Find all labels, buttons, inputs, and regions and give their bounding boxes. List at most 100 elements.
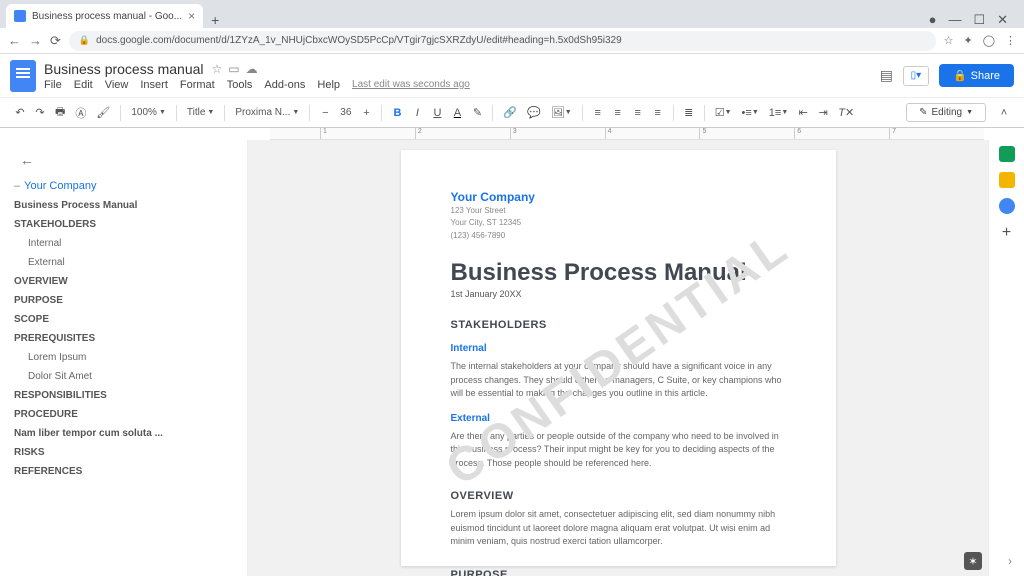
font-select[interactable]: Proxima N...▼: [232, 107, 302, 118]
underline-button[interactable]: U: [429, 105, 445, 121]
doc-main-title[interactable]: Business Process Manual: [451, 259, 786, 287]
spellcheck-button[interactable]: Ⓐ: [72, 103, 89, 123]
outline-item[interactable]: PREREQUISITES: [12, 329, 235, 348]
number-list-button[interactable]: 1≡▼: [766, 105, 791, 121]
italic-button[interactable]: I: [409, 105, 425, 121]
address-line-1[interactable]: 123 Your Street: [451, 206, 786, 216]
style-select[interactable]: Title▼: [184, 107, 217, 118]
calendar-icon[interactable]: [999, 146, 1015, 162]
align-center-button[interactable]: ≡: [610, 105, 626, 121]
outline-item[interactable]: Nam liber tempor cum soluta ...: [12, 424, 235, 443]
outline-item[interactable]: Lorem Ipsum: [12, 348, 235, 367]
p-external[interactable]: Are there any parties or people outside …: [451, 430, 786, 471]
maximize-icon[interactable]: ☐: [973, 12, 985, 28]
menu-file[interactable]: File: [44, 79, 62, 91]
undo-button[interactable]: ↶: [12, 104, 28, 121]
document-canvas[interactable]: CONFIDENTIAL Your Company 123 Your Stree…: [248, 140, 988, 576]
tasks-icon[interactable]: [999, 198, 1015, 214]
outline-item[interactable]: STAKEHOLDERS: [12, 215, 235, 234]
company-name[interactable]: Your Company: [451, 190, 786, 204]
p-internal[interactable]: The internal stakeholders at your compan…: [451, 360, 786, 401]
h-purpose[interactable]: PURPOSE: [451, 569, 786, 576]
h-stakeholders[interactable]: STAKEHOLDERS: [451, 319, 786, 331]
zoom-select[interactable]: 100%▼: [128, 107, 169, 118]
collapse-toolbar-button[interactable]: ˄: [996, 105, 1012, 121]
record-icon[interactable]: ●: [929, 12, 937, 28]
menu-addons[interactable]: Add-ons: [264, 79, 305, 91]
clear-format-button[interactable]: T✕: [835, 104, 857, 121]
close-tab-icon[interactable]: ×: [188, 9, 195, 23]
forward-button[interactable]: →: [29, 33, 42, 48]
outline-item[interactable]: Business Process Manual: [12, 196, 235, 215]
paint-format-button[interactable]: 🖌: [93, 104, 113, 121]
menu-insert[interactable]: Insert: [140, 79, 168, 91]
highlight-button[interactable]: ✎: [469, 104, 485, 121]
outline-item[interactable]: REFERENCES: [12, 462, 235, 481]
font-size-inc[interactable]: +: [358, 105, 374, 121]
print-button[interactable]: 🖶: [52, 101, 68, 124]
share-button[interactable]: 🔒 Share: [939, 64, 1014, 87]
document-title[interactable]: Business process manual: [44, 61, 204, 77]
extensions-icon[interactable]: ✦: [963, 34, 972, 47]
doc-date[interactable]: 1st January 20XX: [451, 289, 786, 299]
menu-view[interactable]: View: [105, 79, 129, 91]
address-line-2[interactable]: Your City, ST 12345: [451, 218, 786, 228]
link-button[interactable]: 🔗: [500, 104, 520, 121]
h-external[interactable]: External: [451, 413, 786, 424]
font-size[interactable]: 36: [337, 107, 354, 118]
outline-item[interactable]: OVERVIEW: [12, 272, 235, 291]
cloud-status-icon[interactable]: ☁: [246, 62, 258, 76]
indent-dec-button[interactable]: ⇤: [795, 104, 811, 121]
h-overview[interactable]: OVERVIEW: [451, 490, 786, 502]
menu-icon[interactable]: ⋮: [1005, 34, 1016, 47]
align-right-button[interactable]: ≡: [630, 105, 646, 121]
align-left-button[interactable]: ≡: [590, 105, 606, 121]
star-icon[interactable]: ☆: [944, 34, 954, 47]
docs-logo-icon[interactable]: [10, 60, 36, 92]
outline-item[interactable]: RISKS: [12, 443, 235, 462]
bold-button[interactable]: B: [389, 105, 405, 121]
mode-select[interactable]: ✎ Editing ▼: [906, 103, 986, 122]
outline-item[interactable]: External: [12, 253, 235, 272]
redo-button[interactable]: ↷: [32, 104, 48, 121]
indent-inc-button[interactable]: ⇥: [815, 104, 831, 121]
menu-help[interactable]: Help: [317, 79, 340, 91]
bullet-list-button[interactable]: •≡▼: [739, 105, 762, 121]
menu-format[interactable]: Format: [180, 79, 215, 91]
url-field[interactable]: 🔒 docs.google.com/document/d/1ZYzA_1v_NH…: [69, 31, 936, 51]
align-justify-button[interactable]: ≡: [650, 105, 666, 121]
comment-button[interactable]: 💬: [524, 104, 544, 121]
add-on-plus-button[interactable]: +: [1002, 224, 1011, 242]
outline-item[interactable]: Your Company: [12, 176, 235, 196]
keep-icon[interactable]: [999, 172, 1015, 188]
text-color-button[interactable]: A: [449, 105, 465, 121]
comments-icon[interactable]: ▤: [880, 67, 893, 84]
address-line-3[interactable]: (123) 456-7890: [451, 231, 786, 241]
outline-item[interactable]: RESPONSIBILITIES: [12, 386, 235, 405]
h-internal[interactable]: Internal: [451, 343, 786, 354]
hide-side-panel-button[interactable]: ›: [1008, 554, 1012, 568]
image-button[interactable]: 🖼▼: [548, 104, 575, 121]
menu-tools[interactable]: Tools: [227, 79, 253, 91]
document-page[interactable]: CONFIDENTIAL Your Company 123 Your Stree…: [401, 150, 836, 566]
explore-button[interactable]: ✶: [964, 552, 982, 570]
outline-item[interactable]: PROCEDURE: [12, 405, 235, 424]
profile-icon[interactable]: ◯: [983, 34, 995, 47]
new-tab-button[interactable]: +: [203, 12, 227, 28]
close-window-icon[interactable]: ✕: [997, 12, 1008, 28]
outline-back-button[interactable]: ←: [12, 148, 235, 176]
p-overview[interactable]: Lorem ipsum dolor sit amet, consectetuer…: [451, 508, 786, 549]
last-edit-link[interactable]: Last edit was seconds ago: [352, 79, 470, 91]
present-button[interactable]: ▯▾: [903, 66, 929, 86]
checklist-button[interactable]: ☑▼: [712, 104, 735, 121]
back-button[interactable]: ←: [8, 33, 21, 48]
menu-edit[interactable]: Edit: [74, 79, 93, 91]
browser-tab[interactable]: Business process manual - Goo... ×: [6, 4, 203, 28]
star-doc-icon[interactable]: ☆: [212, 62, 223, 76]
font-size-dec[interactable]: −: [317, 105, 333, 121]
reload-button[interactable]: ⟳: [50, 33, 61, 49]
outline-item[interactable]: Internal: [12, 234, 235, 253]
move-doc-icon[interactable]: ▭: [228, 62, 239, 76]
outline-item[interactable]: SCOPE: [12, 310, 235, 329]
outline-item[interactable]: Dolor Sit Amet: [12, 367, 235, 386]
